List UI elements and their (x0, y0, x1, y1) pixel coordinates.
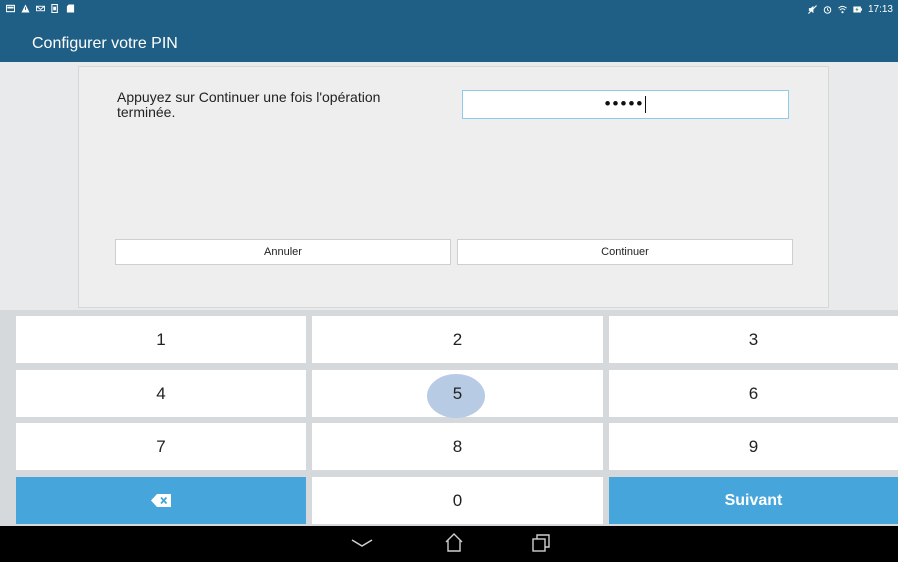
key-label: 7 (156, 437, 166, 456)
key-9[interactable]: 9 (609, 423, 898, 470)
pin-input[interactable]: ••••• (462, 90, 789, 119)
frame-edge-bottom (0, 562, 904, 568)
mute-icon (808, 5, 817, 14)
cancel-button[interactable]: Annuler (115, 239, 451, 265)
key-1[interactable]: 1 (16, 316, 306, 363)
text-cursor (645, 96, 647, 114)
pin-input-value: ••••• (604, 94, 645, 113)
warning-icon (21, 4, 30, 13)
battery-charging-icon (853, 6, 862, 13)
sd-card-icon (66, 4, 75, 13)
key-label: 8 (452, 437, 463, 456)
key-3[interactable]: 3 (609, 316, 898, 363)
page-title: Configurer votre PIN (32, 35, 178, 52)
status-bar: 17:13 (0, 0, 898, 22)
key-5[interactable]: 5 (312, 370, 603, 418)
key-6[interactable]: 6 (609, 370, 898, 417)
key-label: 4 (156, 384, 166, 403)
key-label: 0 (452, 491, 463, 510)
frame-edge (898, 0, 904, 568)
key-label: 6 (748, 384, 759, 403)
key-4[interactable]: 4 (16, 370, 306, 417)
key-label: 9 (748, 437, 759, 456)
key-0[interactable]: 0 (312, 477, 603, 524)
notification-icons (6, 4, 75, 13)
next-key[interactable]: Suivant (609, 477, 898, 524)
image-icon (6, 4, 15, 13)
navigation-bar (0, 526, 898, 562)
envelope-icon (36, 5, 45, 12)
key-label: 1 (156, 330, 166, 349)
key-label: 5 (452, 384, 463, 403)
key-7[interactable]: 7 (16, 423, 306, 470)
continue-button[interactable]: Continuer (457, 239, 793, 265)
key-2[interactable]: 2 (312, 316, 603, 363)
key-label: 2 (452, 330, 463, 349)
key-label: 3 (748, 330, 759, 349)
recent-apps-icon[interactable] (531, 533, 551, 553)
wifi-icon (838, 5, 847, 14)
system-icons: 17:13 (808, 4, 893, 15)
screen: 17:13 Configurer votre PIN Appuyez sur C… (0, 0, 898, 562)
sim-icon (51, 4, 58, 13)
numeric-keypad: 1 2 3 4 5 6 7 8 9 0 Suivant (0, 310, 898, 526)
backspace-key[interactable] (16, 477, 306, 524)
key-8[interactable]: 8 (312, 423, 603, 470)
backspace-icon (151, 494, 171, 508)
clock: 17:13 (867, 4, 893, 15)
instruction-text: Appuyez sur Continuer une fois l'opérati… (117, 89, 381, 120)
alarm-icon (823, 6, 832, 14)
back-icon[interactable] (351, 538, 373, 548)
home-icon[interactable] (443, 532, 465, 554)
pin-dialog: Appuyez sur Continuer une fois l'opérati… (78, 66, 829, 308)
action-bar: Configurer votre PIN (0, 22, 898, 62)
